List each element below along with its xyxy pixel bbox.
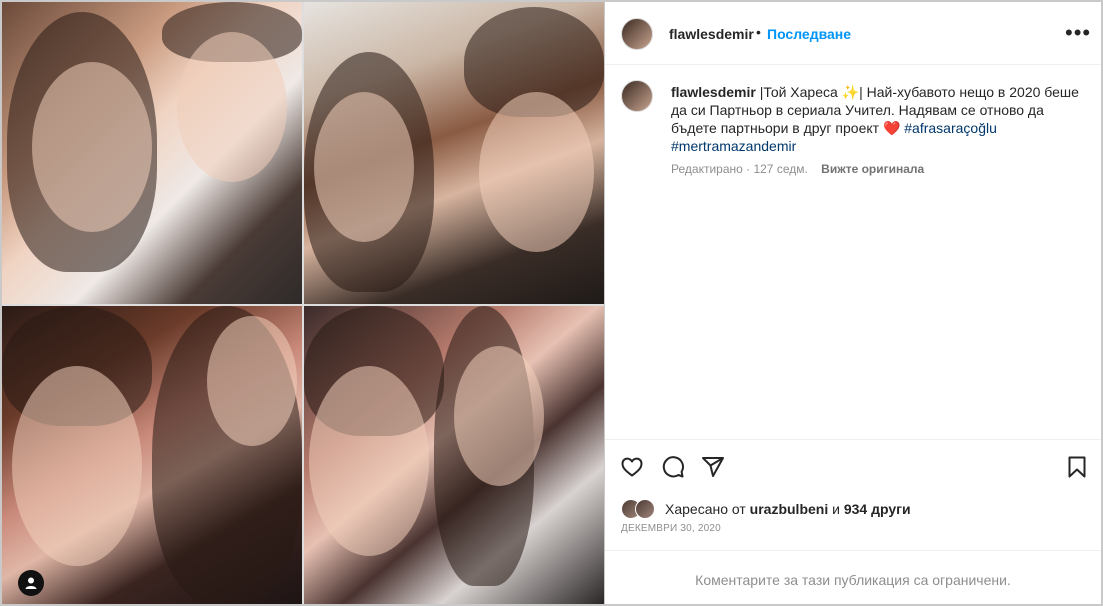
like-button[interactable] xyxy=(619,454,645,480)
likes-conj: и xyxy=(832,501,840,517)
more-options-icon[interactable]: ••• xyxy=(1065,22,1091,44)
comments-restricted-notice: Коментарите за тази публикация са ограни… xyxy=(695,572,1011,588)
photo-collage-tile xyxy=(2,306,302,604)
hashtag-link[interactable]: #mertramazandemir xyxy=(671,138,796,154)
follow-button[interactable]: Последване xyxy=(767,26,851,42)
caption-meta: Редактирано · 127 седм. Вижте оригинала xyxy=(671,162,924,176)
caption-username[interactable]: flawlesdemir xyxy=(671,84,756,100)
divider xyxy=(605,439,1101,440)
tagged-users-button[interactable] xyxy=(18,570,44,596)
likes-text: Харесано от urazbulbeni и 934 други xyxy=(665,501,911,517)
share-icon xyxy=(702,457,724,477)
share-button[interactable] xyxy=(700,454,726,480)
heart-icon xyxy=(621,457,643,477)
edited-time: Редактирано · 127 седм. xyxy=(671,162,808,176)
likes-prefix: Харесано от xyxy=(665,501,746,517)
liker-username[interactable]: urazbulbeni xyxy=(750,501,829,517)
post-header: flawlesdemir • Последване ••• xyxy=(605,2,1101,65)
author-username[interactable]: flawlesdemir xyxy=(669,26,754,42)
hashtag-link[interactable]: #afrasaraçoğlu xyxy=(904,120,997,136)
post-caption: flawlesdemir |Той Хареса ✨| Най-хубавото… xyxy=(671,83,1081,155)
divider xyxy=(605,550,1101,551)
caption-avatar[interactable] xyxy=(621,80,653,112)
separator-dot: • xyxy=(756,24,761,40)
post-dialog: flawlesdemir • Последване ••• flawlesdem… xyxy=(0,0,1103,606)
post-sidebar: flawlesdemir • Последване ••• flawlesdem… xyxy=(605,2,1101,604)
photo-collage-tile xyxy=(304,2,604,304)
comment-icon xyxy=(662,456,684,478)
post-date[interactable]: ДЕКЕМВРИ 30, 2020 xyxy=(621,523,721,534)
save-button[interactable] xyxy=(1064,454,1090,480)
avatar[interactable] xyxy=(621,18,653,50)
likes-count[interactable]: 934 други xyxy=(844,501,911,517)
liker-avatar xyxy=(635,499,655,519)
heart-emoji: ❤️ xyxy=(882,120,901,136)
see-original-button[interactable]: Вижте оригинала xyxy=(821,162,924,176)
caption-text-before: |Той Хареса xyxy=(759,84,838,100)
photo-collage-tile xyxy=(304,306,604,604)
sparkle-emoji: ✨ xyxy=(841,84,860,100)
user-tag-icon xyxy=(25,577,37,589)
comment-button[interactable] xyxy=(660,454,686,480)
bookmark-icon xyxy=(1068,456,1086,478)
post-image[interactable] xyxy=(2,2,604,604)
photo-collage-tile xyxy=(2,2,302,304)
